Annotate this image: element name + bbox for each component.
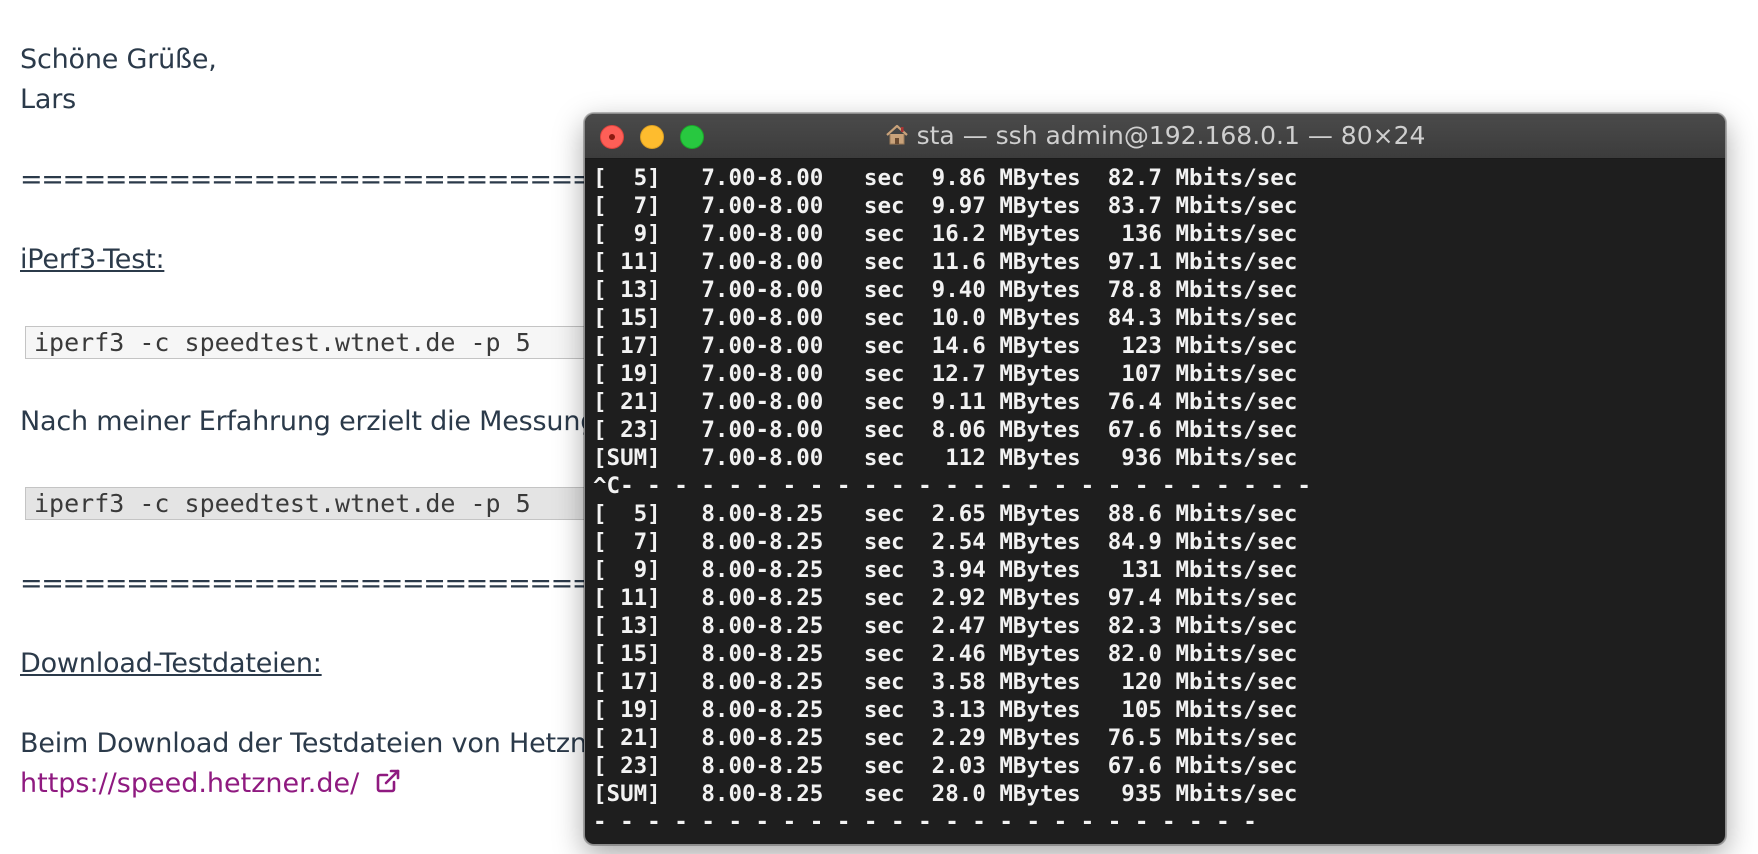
terminal-line: [SUM] 7.00-8.00 sec 112 MBytes 936 Mbits… xyxy=(593,445,1298,471)
terminal-line: [ 7] 7.00-8.00 sec 9.97 MBytes 83.7 Mbit… xyxy=(593,193,1298,219)
terminal-line: [ 9] 7.00-8.00 sec 16.2 MBytes 136 Mbits… xyxy=(593,221,1298,247)
terminal-line: [ 23] 7.00-8.00 sec 8.06 MBytes 67.6 Mbi… xyxy=(593,417,1298,443)
terminal-line: [ 15] 8.00-8.25 sec 2.46 MBytes 82.0 Mbi… xyxy=(593,641,1298,667)
terminal-line: [ 21] 8.00-8.25 sec 2.29 MBytes 76.5 Mbi… xyxy=(593,725,1298,751)
window-title: sta — ssh admin@192.168.0.1 — 80×24 xyxy=(585,114,1725,158)
terminal-line: [ 5] 8.00-8.25 sec 2.65 MBytes 88.6 Mbit… xyxy=(593,501,1298,527)
window-titlebar[interactable]: sta — ssh admin@192.168.0.1 — 80×24 xyxy=(585,114,1725,159)
terminal-line: [ 19] 7.00-8.00 sec 12.7 MBytes 107 Mbit… xyxy=(593,361,1298,387)
terminal-output[interactable]: [ 5] 7.00-8.00 sec 9.86 MBytes 82.7 Mbit… xyxy=(593,164,1717,844)
link-text[interactable]: https://speed.hetzner.de/ xyxy=(20,768,359,799)
paragraph-text: Nach meiner Erfahrung erzielt die Messun… xyxy=(20,406,598,437)
terminal-line: [ 9] 8.00-8.25 sec 3.94 MBytes 131 Mbits… xyxy=(593,557,1298,583)
terminal-line: - - - - - - - - - - - - - - - - - - - - … xyxy=(593,809,1257,835)
terminal-line: [ 5] 7.00-8.00 sec 9.86 MBytes 82.7 Mbit… xyxy=(593,165,1298,191)
terminal-line: [ 7] 8.00-8.25 sec 2.54 MBytes 84.9 Mbit… xyxy=(593,529,1298,555)
terminal-line: [ 11] 8.00-8.25 sec 2.92 MBytes 97.4 Mbi… xyxy=(593,585,1298,611)
signature-text: Lars xyxy=(20,84,76,115)
paragraph-text: Beim Download der Testdateien von Hetzne xyxy=(20,728,604,759)
iperf-heading: iPerf3-Test: xyxy=(20,244,165,275)
home-icon xyxy=(885,117,909,161)
terminal-window[interactable]: sta — ssh admin@192.168.0.1 — 80×24 [ 5]… xyxy=(584,113,1726,845)
terminal-line: [ 13] 7.00-8.00 sec 9.40 MBytes 78.8 Mbi… xyxy=(593,277,1298,303)
terminal-line: [SUM] 8.00-8.25 sec 28.0 MBytes 935 Mbit… xyxy=(593,781,1298,807)
terminal-line: [ 23] 8.00-8.25 sec 2.03 MBytes 67.6 Mbi… xyxy=(593,753,1298,779)
external-link-icon[interactable] xyxy=(374,767,402,807)
download-heading: Download-Testdateien: xyxy=(20,648,322,679)
greeting-text: Schöne Grüße, xyxy=(20,44,217,75)
terminal-line: [ 19] 8.00-8.25 sec 3.13 MBytes 105 Mbit… xyxy=(593,697,1298,723)
terminal-line: [ 11] 7.00-8.00 sec 11.6 MBytes 97.1 Mbi… xyxy=(593,249,1298,275)
terminal-line: [ 13] 8.00-8.25 sec 2.47 MBytes 82.3 Mbi… xyxy=(593,613,1298,639)
terminal-line: [ 17] 7.00-8.00 sec 14.6 MBytes 123 Mbit… xyxy=(593,333,1298,359)
terminal-line: ^C- - - - - - - - - - - - - - - - - - - … xyxy=(593,473,1311,499)
terminal-line: [ 21] 7.00-8.00 sec 9.11 MBytes 76.4 Mbi… xyxy=(593,389,1298,415)
terminal-line: [ 15] 7.00-8.00 sec 10.0 MBytes 84.3 Mbi… xyxy=(593,305,1298,331)
window-title-text: sta — ssh admin@192.168.0.1 — 80×24 xyxy=(916,121,1426,150)
terminal-line: [ 17] 8.00-8.25 sec 3.58 MBytes 120 Mbit… xyxy=(593,669,1298,695)
hetzner-speed-link[interactable]: https://speed.hetzner.de/ xyxy=(20,764,402,807)
